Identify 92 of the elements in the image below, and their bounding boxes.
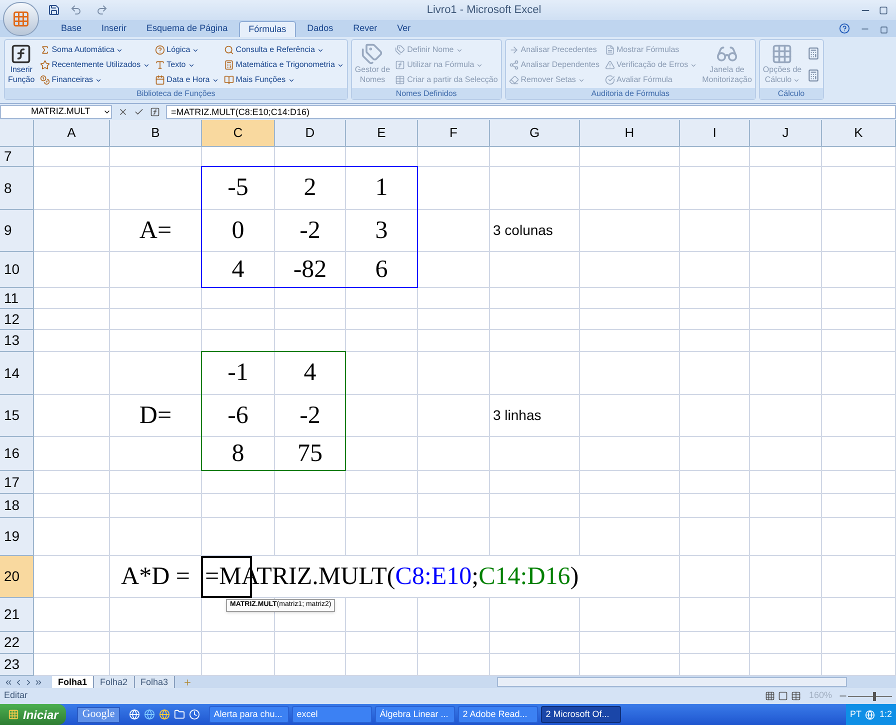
sheet-tab[interactable]: Folha2: [94, 676, 135, 688]
taskbar-button[interactable]: 2 Microsoft Of...: [540, 706, 621, 723]
formula-part: ): [570, 562, 579, 592]
sheet-tab[interactable]: Folha1: [52, 676, 94, 688]
ribbon-tab[interactable]: Base: [52, 21, 91, 37]
grid-cell[interactable]: A=: [110, 210, 202, 252]
column-header[interactable]: J: [750, 120, 822, 147]
ribbon-button[interactable]: Soma Automática: [40, 43, 150, 57]
grid-cell[interactable]: 6: [346, 252, 418, 288]
window-title: Livro1 - Microsoft Excel: [426, 2, 542, 18]
clock-text: 1:2: [879, 708, 892, 721]
row-header[interactable]: 20: [0, 556, 34, 598]
ribbon-tab[interactable]: Fórmulas: [238, 21, 296, 37]
formula-part: C14:D16: [478, 562, 570, 592]
row-header[interactable]: 12: [0, 309, 34, 330]
group-label: Cálculo: [760, 88, 823, 99]
name-box-text: MATRIZ.MULT: [31, 105, 92, 118]
grid-cell[interactable]: 4: [202, 252, 275, 288]
ribbon-button[interactable]: Matemática e Trigonometria: [224, 58, 344, 72]
ribbon-button[interactable]: Recentemente Utilizados: [40, 58, 150, 72]
name-box[interactable]: MATRIZ.MULT: [0, 105, 112, 119]
grid-cell[interactable]: -82: [275, 252, 346, 288]
grid-cell[interactable]: 3 colunas: [490, 210, 580, 252]
row-header[interactable]: 10: [0, 252, 34, 288]
group-label: Biblioteca de Funções: [5, 88, 347, 99]
ribbon-button[interactable]: Data e Hora: [154, 73, 219, 87]
ribbon-button[interactable]: Texto: [154, 58, 219, 72]
taskbar-button[interactable]: excel: [292, 706, 372, 723]
formula-part: ;: [472, 562, 479, 592]
row-header[interactable]: 9: [0, 210, 34, 252]
grid-cell[interactable]: 3 linhas: [490, 395, 580, 437]
ribbon-tab[interactable]: Rever: [344, 21, 386, 37]
formula-field[interactable]: =MATRIZ.MULT(C8:E10;C14:D16): [166, 105, 896, 119]
taskbar-button[interactable]: Alerta para chu...: [208, 706, 289, 723]
button-label: Gestor de Nomes: [354, 65, 390, 85]
grid-cell[interactable]: D=: [110, 395, 202, 437]
column-header[interactable]: C: [202, 120, 275, 147]
ribbon-large-button[interactable]: Inserir Função: [8, 43, 35, 85]
row-header[interactable]: 11: [0, 288, 34, 309]
row-header[interactable]: 19: [0, 518, 34, 556]
ribbon-button[interactable]: Financeiras: [40, 73, 150, 87]
grid-cell[interactable]: -5: [202, 167, 275, 210]
row-header[interactable]: 23: [0, 654, 34, 676]
grid-cell[interactable]: 75: [275, 437, 346, 471]
row-header[interactable]: 16: [0, 437, 34, 471]
grid-cell[interactable]: -6: [202, 395, 275, 437]
sheet-tab[interactable]: Folha3: [134, 676, 176, 688]
column-header[interactable]: G: [490, 120, 580, 147]
ribbon-button[interactable]: Consulta e Referência: [224, 43, 344, 57]
grid-cell[interactable]: -2: [275, 395, 346, 437]
ribbon-tab[interactable]: Inserir: [92, 21, 136, 37]
row-header[interactable]: 13: [0, 330, 34, 352]
grid-cell[interactable]: 1: [346, 167, 418, 210]
button-label: Opções de Cálculo: [762, 65, 802, 85]
grid-cell[interactable]: 4: [275, 352, 346, 395]
row-header[interactable]: 17: [0, 471, 34, 494]
ribbon-tab[interactable]: Ver: [388, 21, 420, 37]
row-header[interactable]: 7: [0, 147, 34, 167]
button-label: Inserir Função: [8, 65, 35, 85]
row-header[interactable]: 8: [0, 167, 34, 210]
column-header[interactable]: E: [346, 120, 418, 147]
ribbon-tab[interactable]: Dados: [298, 21, 342, 37]
button-label: Janela de Monitorização: [702, 65, 752, 85]
row-header[interactable]: 21: [0, 598, 34, 632]
group-label: Auditoria de Fórmulas: [506, 88, 755, 99]
language-indicator: PT: [850, 708, 862, 721]
status-mode: Editar: [4, 689, 28, 702]
row-header[interactable]: 14: [0, 352, 34, 395]
grid-cell[interactable]: -1: [202, 352, 275, 395]
taskbar-button[interactable]: 2 Adobe Read...: [458, 706, 538, 723]
column-header[interactable]: A: [34, 120, 110, 147]
column-header[interactable]: B: [110, 120, 202, 147]
ribbon-button[interactable]: Lógica: [154, 43, 219, 57]
row-header[interactable]: 22: [0, 632, 34, 654]
taskbar-button[interactable]: Álgebra Linear ...: [374, 706, 455, 723]
row-header[interactable]: 15: [0, 395, 34, 437]
grid-cell[interactable]: 0: [202, 210, 275, 252]
ribbon-tab[interactable]: Esquema de Página: [138, 21, 237, 37]
column-header[interactable]: K: [822, 120, 896, 147]
grid-cell[interactable]: 8: [202, 437, 275, 471]
column-header[interactable]: H: [580, 120, 680, 147]
group-label: Nomes Definidos: [352, 88, 501, 99]
start-button[interactable]: Iniciar: [0, 704, 66, 725]
formula-part: C8:E10: [395, 562, 472, 592]
column-header[interactable]: F: [418, 120, 490, 147]
row-header[interactable]: 18: [0, 494, 34, 518]
column-header[interactable]: I: [680, 120, 750, 147]
grid-cell[interactable]: -2: [275, 210, 346, 252]
grid-cell[interactable]: 3: [346, 210, 418, 252]
ribbon-button[interactable]: Mais Funções: [224, 73, 344, 87]
column-header[interactable]: D: [275, 120, 346, 147]
grid-cell[interactable]: 2: [275, 167, 346, 210]
